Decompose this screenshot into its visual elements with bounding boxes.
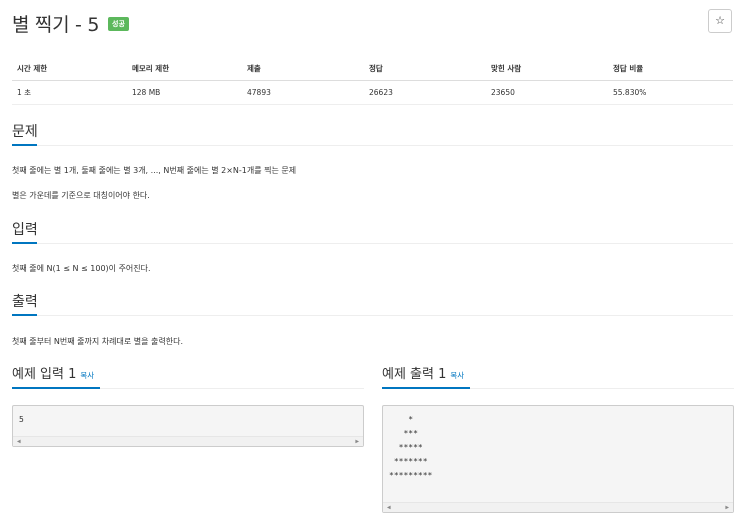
section-title-output: 출력 [12, 294, 38, 310]
scroll-left-icon[interactable]: ◀ [17, 438, 21, 445]
section-underline [382, 387, 470, 389]
copy-input-button[interactable]: 복사 [80, 371, 94, 380]
output-section: 출력 [12, 292, 733, 316]
value-ratio: 55.830% [608, 80, 733, 105]
sample-input: 예제 입력 1 복사 5 ◀ ▶ [12, 365, 364, 447]
scroll-right-icon[interactable]: ▶ [355, 438, 359, 445]
section-underline [12, 387, 100, 389]
value-time-limit: 1 초 [12, 80, 127, 105]
header-time-limit: 시간 제한 [12, 58, 127, 81]
output-line-1: 첫째 줄부터 N번째 줄까지 차례대로 별을 출력한다. [12, 337, 183, 346]
header-accepted: 정답 [364, 58, 486, 81]
value-solvers[interactable]: 23650 [486, 80, 608, 105]
problem-line-1: 첫째 줄에는 별 1개, 둘째 줄에는 별 3개, ..., N번째 줄에는 별… [12, 166, 297, 175]
status-badge: 성공 [108, 17, 129, 31]
section-underline [12, 144, 37, 146]
sample-output-title: 예제 출력 1 [382, 367, 447, 382]
input-section: 입력 [12, 220, 733, 244]
section-title-problem: 문제 [12, 124, 38, 140]
table-row: 1 초 128 MB 47893 26623 23650 55.830% [12, 80, 733, 105]
input-line-1: 첫째 줄에 N(1 ≤ N ≤ 100)이 주어진다. [12, 264, 151, 273]
horizontal-scrollbar[interactable]: ◀ ▶ [383, 502, 733, 512]
problem-line-2: 별은 가운데를 기준으로 대칭이어야 한다. [12, 191, 150, 200]
sample-output-text: * *** ***** ******* ********* [389, 415, 433, 480]
star-icon[interactable]: ☆ [708, 9, 732, 33]
section-underline [12, 242, 37, 244]
section-underline [12, 314, 37, 316]
problem-section: 문제 [12, 122, 733, 146]
title-row: 별 찍기 - 5 성공 ☆ [12, 8, 732, 40]
value-accepted: 26623 [364, 80, 486, 105]
sample-output-box: * *** ***** ******* ********* ◀ ▶ [382, 405, 734, 513]
problem-info-table: 시간 제한 메모리 제한 제출 정답 맞힌 사람 정답 비율 1 초 128 M… [12, 58, 733, 105]
header-solvers: 맞힌 사람 [486, 58, 608, 81]
table-header-row: 시간 제한 메모리 제한 제출 정답 맞힌 사람 정답 비율 [12, 58, 733, 81]
section-title-input: 입력 [12, 222, 38, 238]
sample-output: 예제 출력 1 복사 * *** ***** ******* ********* … [382, 365, 734, 513]
header-submissions: 제출 [242, 58, 364, 81]
copy-output-button[interactable]: 복사 [450, 371, 464, 380]
scroll-left-icon[interactable]: ◀ [387, 504, 391, 511]
sample-input-text: 5 [19, 415, 24, 424]
sample-input-title: 예제 입력 1 [12, 367, 77, 382]
sample-input-box: 5 ◀ ▶ [12, 405, 364, 447]
header-ratio: 정답 비율 [608, 58, 733, 81]
horizontal-scrollbar[interactable]: ◀ ▶ [13, 436, 363, 446]
scroll-right-icon[interactable]: ▶ [725, 504, 729, 511]
value-memory-limit: 128 MB [127, 80, 242, 105]
value-submissions[interactable]: 47893 [242, 80, 364, 105]
problem-title: 별 찍기 - 5 [12, 14, 100, 36]
header-memory-limit: 메모리 제한 [127, 58, 242, 81]
